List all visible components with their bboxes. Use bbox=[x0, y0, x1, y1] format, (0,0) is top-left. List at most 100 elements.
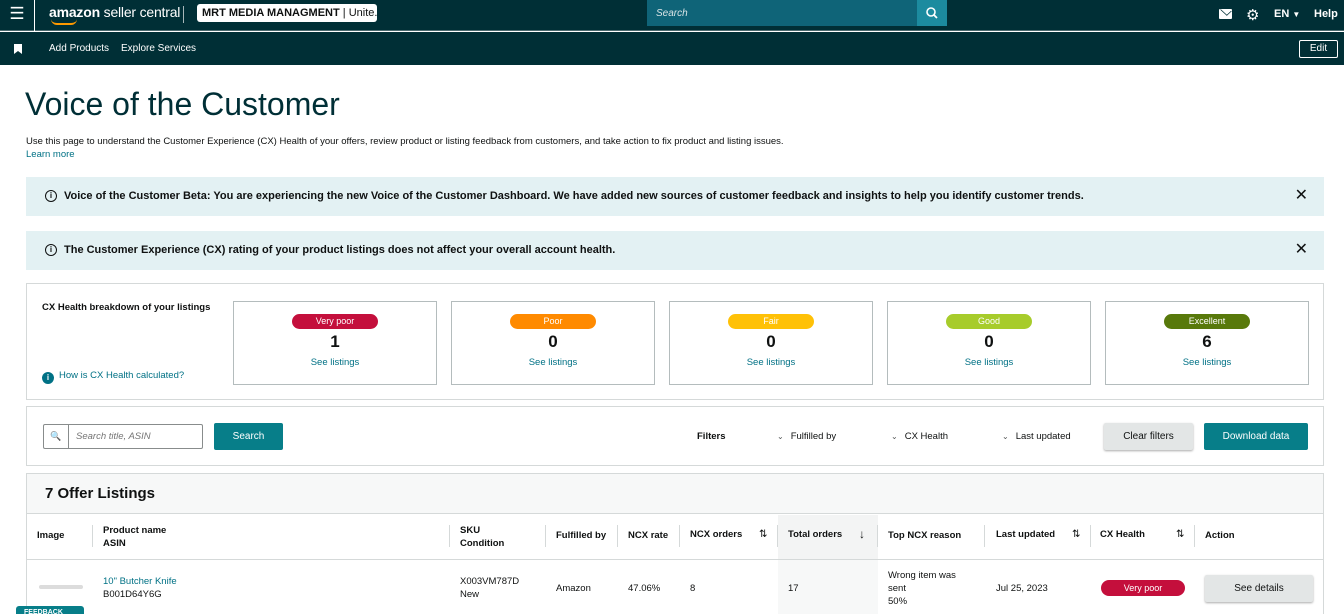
divider bbox=[1090, 525, 1091, 547]
status-badge: Very poor bbox=[1101, 580, 1185, 596]
cx-card-poor: Poor 0 See listings bbox=[451, 301, 655, 385]
see-listings-link[interactable]: See listings bbox=[234, 357, 436, 368]
listing-count: 0 bbox=[984, 332, 994, 351]
divider bbox=[27, 559, 1323, 560]
gear-icon[interactable]: ⚙ bbox=[1246, 6, 1259, 24]
divider bbox=[183, 6, 184, 23]
see-listings-link[interactable]: See listings bbox=[1106, 357, 1308, 368]
sub-nav-bar: Add Products Explore Services Edit bbox=[0, 32, 1344, 65]
offer-listings-table: 7 Offer Listings Image Product name ASIN … bbox=[26, 473, 1324, 614]
amazon-smile-icon bbox=[51, 19, 77, 25]
cx-card-excellent: Excellent 6 See listings bbox=[1105, 301, 1309, 385]
mail-icon[interactable] bbox=[1219, 9, 1232, 19]
caret-down-icon: ▼ bbox=[1292, 10, 1301, 19]
see-listings-link[interactable]: See listings bbox=[452, 357, 654, 368]
listing-search-box: 🔍 bbox=[43, 424, 203, 449]
cx-card-good: Good 0 See listings bbox=[887, 301, 1091, 385]
close-icon[interactable]: ✕ bbox=[1295, 231, 1308, 269]
page-title: Voice of the Customer bbox=[25, 86, 340, 122]
cx-rating-alert: i The Customer Experience (CX) rating of… bbox=[26, 231, 1324, 270]
feedback-button[interactable]: FEEDBACK bbox=[16, 606, 84, 614]
col-cx-health[interactable]: CX Health bbox=[1100, 528, 1145, 541]
divider bbox=[617, 525, 618, 547]
fulfilled-by-value: Amazon bbox=[556, 583, 591, 594]
sku-value: X003VM787D bbox=[460, 576, 520, 587]
info-icon: i bbox=[45, 244, 57, 256]
status-badge: Very poor bbox=[292, 314, 378, 329]
cx-card-fair: Fair 0 See listings bbox=[669, 301, 873, 385]
filter-fulfilled-by[interactable]: ⌄ Fulfilled by bbox=[777, 431, 836, 442]
nav-explore-services[interactable]: Explore Services bbox=[121, 43, 196, 54]
hamburger-icon[interactable]: ☰ bbox=[0, 0, 35, 31]
filter-last-updated[interactable]: ⌄ Last updated bbox=[1002, 431, 1071, 442]
status-badge: Excellent bbox=[1164, 314, 1250, 329]
sort-icon[interactable]: ⇅ bbox=[1072, 529, 1080, 540]
asin-value: B001D64Y6G bbox=[103, 589, 162, 600]
info-icon: i bbox=[45, 190, 57, 202]
cx-health-how-link[interactable]: i How is CX Health calculated? bbox=[42, 370, 184, 384]
col-last-updated[interactable]: Last updated bbox=[996, 528, 1055, 541]
nav-add-products[interactable]: Add Products bbox=[49, 43, 109, 54]
top-ncx-reason-value: Wrong item was sent 50% bbox=[888, 570, 956, 607]
listing-count: 6 bbox=[1202, 332, 1212, 351]
seller-central-logo[interactable]: amazon seller central bbox=[49, 4, 180, 25]
divider bbox=[777, 525, 778, 547]
product-name-link[interactable]: 10" Butcher Knife bbox=[103, 575, 177, 588]
top-nav-bar: ☰ amazon seller central MRT MEDIA MANAGM… bbox=[0, 0, 1344, 31]
col-sku[interactable]: SKU Condition bbox=[460, 524, 504, 550]
col-fulfilled-by: Fulfilled by bbox=[556, 530, 607, 541]
bookmark-icon[interactable] bbox=[14, 44, 22, 54]
col-top-ncx-reason: Top NCX reason bbox=[888, 530, 962, 541]
search-button[interactable] bbox=[917, 0, 947, 26]
search-input[interactable]: Search bbox=[647, 0, 917, 26]
total-orders-value: 17 bbox=[788, 583, 799, 594]
divider bbox=[545, 525, 546, 547]
sort-icon[interactable]: ⇅ bbox=[1176, 529, 1184, 540]
cx-card-very-poor: Very poor 1 See listings bbox=[233, 301, 437, 385]
listing-count: 0 bbox=[766, 332, 776, 351]
chevron-down-icon: ⌄ bbox=[777, 432, 784, 441]
chevron-down-icon: ⌄ bbox=[891, 432, 898, 441]
language-selector[interactable]: EN ▼ bbox=[1274, 8, 1300, 20]
sku-cell: X003VM787D New bbox=[460, 575, 519, 601]
listing-count: 0 bbox=[548, 332, 558, 351]
col-product-name[interactable]: Product name ASIN bbox=[103, 524, 166, 550]
download-data-button[interactable]: Download data bbox=[1204, 423, 1308, 450]
divider bbox=[679, 525, 680, 547]
table-row: 10" Butcher Knife B001D64Y6G bbox=[103, 575, 177, 601]
beta-alert: i Voice of the Customer Beta: You are ex… bbox=[26, 177, 1324, 216]
listing-search-input[interactable] bbox=[70, 425, 200, 448]
help-link[interactable]: Help bbox=[1314, 8, 1338, 20]
account-switcher[interactable]: MRT MEDIA MANAGMENT | Unite... bbox=[197, 4, 377, 22]
col-total-orders[interactable]: Total orders bbox=[788, 528, 842, 541]
sort-icon[interactable]: ⇅ bbox=[759, 529, 767, 540]
clear-filters-button[interactable]: Clear filters bbox=[1104, 423, 1193, 450]
search-icon bbox=[926, 7, 938, 19]
see-details-button[interactable]: See details bbox=[1205, 575, 1313, 602]
learn-more-link[interactable]: Learn more bbox=[26, 149, 75, 160]
filter-cx-health[interactable]: ⌄ CX Health bbox=[891, 431, 948, 442]
ncx-orders-value: 8 bbox=[690, 583, 696, 594]
see-listings-link[interactable]: See listings bbox=[888, 357, 1090, 368]
divider bbox=[449, 525, 450, 547]
divider bbox=[92, 525, 93, 547]
chevron-down-icon: ⌄ bbox=[1002, 432, 1009, 441]
divider bbox=[877, 525, 878, 547]
condition-value: New bbox=[460, 589, 480, 600]
filters-label: Filters bbox=[697, 431, 726, 442]
account-name: MRT MEDIA MANAGMENT bbox=[202, 7, 340, 19]
product-thumbnail[interactable] bbox=[39, 585, 83, 589]
see-listings-link[interactable]: See listings bbox=[670, 357, 872, 368]
last-updated-value: Jul 25, 2023 bbox=[996, 583, 1048, 594]
col-action: Action bbox=[1205, 530, 1235, 541]
divider bbox=[984, 525, 985, 547]
divider bbox=[1194, 525, 1195, 547]
col-ncx-orders[interactable]: NCX orders bbox=[690, 528, 742, 541]
cx-health-breakdown: CX Health breakdown of your listings i Ho… bbox=[26, 283, 1324, 400]
search-button[interactable]: Search bbox=[214, 423, 283, 450]
edit-button[interactable]: Edit bbox=[1299, 40, 1338, 58]
search-icon: 🔍 bbox=[44, 425, 69, 448]
arrow-down-icon[interactable]: ↓ bbox=[859, 527, 865, 541]
ncx-rate-value: 47.06% bbox=[628, 583, 661, 594]
close-icon[interactable]: ✕ bbox=[1295, 177, 1308, 215]
